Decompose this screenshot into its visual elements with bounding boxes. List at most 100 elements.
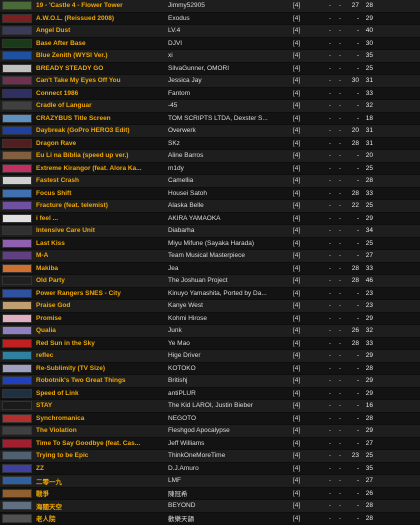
- song-row[interactable]: 戰爭陳冠希[4]---26: [0, 488, 420, 501]
- song-artist: -45: [168, 102, 293, 109]
- song-level: [4]: [293, 240, 325, 247]
- song-row[interactable]: Fracture (feat. telemist)Alaska Belle[4]…: [0, 200, 420, 213]
- song-thumbnail: [2, 176, 32, 185]
- song-thumbnail: [2, 89, 32, 98]
- score-col-3: -: [345, 390, 359, 397]
- song-row[interactable]: Extreme Kirangor (feat. Alora Ka...m1dy[…: [0, 163, 420, 176]
- score-col-3: 28: [345, 190, 359, 197]
- song-row[interactable]: Cradle of Languar-45[4]---32: [0, 100, 420, 113]
- score-col-1: -: [325, 15, 335, 22]
- song-row[interactable]: MakibaJea[4]--2833: [0, 263, 420, 276]
- song-row[interactable]: STAYThe Kid LAROI, Justin Bieber[4]---16: [0, 400, 420, 413]
- score-col-3: -: [345, 352, 359, 359]
- song-row[interactable]: Base After BaseDJVI[4]---30: [0, 38, 420, 51]
- song-row[interactable]: The ViolationFleshgod Apocalypse[4]---29: [0, 425, 420, 438]
- song-row[interactable]: PromiseKohmi Hirose[4]---29: [0, 313, 420, 326]
- song-row[interactable]: A.W.O.L. (Reissued 2008)Exodus[4]---29: [0, 13, 420, 26]
- score-col-2: -: [335, 290, 345, 297]
- song-row[interactable]: 二零一九LMF[4]---27: [0, 475, 420, 488]
- song-title: Extreme Kirangor (feat. Alora Ka...: [36, 165, 168, 172]
- song-artist: D.J.Amuro: [168, 465, 293, 472]
- song-row[interactable]: Re-Sublimity (TV Size)KOTOKO[4]---28: [0, 363, 420, 376]
- score-col-3: 23: [345, 452, 359, 459]
- song-row[interactable]: Eu Li na Bíblia (speed up ver.)Aline Bar…: [0, 150, 420, 163]
- song-row[interactable]: Robotnik's Two Great ThingsBritishj[4]--…: [0, 375, 420, 388]
- song-row[interactable]: SynchromanicaNEGOTO[4]---28: [0, 413, 420, 426]
- score-col-1: -: [325, 427, 335, 434]
- song-row[interactable]: Red Sun in the SkyYe Mao[4]--2833: [0, 338, 420, 351]
- score-col-4: 25: [359, 165, 373, 172]
- score-col-4: 40: [359, 27, 373, 34]
- score-col-2: -: [335, 102, 345, 109]
- song-row[interactable]: Dragon RaveSKz[4]--2831: [0, 138, 420, 151]
- song-row[interactable]: Praise GodKanye West[4]---23: [0, 300, 420, 313]
- score-col-4: 46: [359, 277, 373, 284]
- song-row[interactable]: Daybreak (GoPro HERO3 Edit)Overwerk[4]--…: [0, 125, 420, 138]
- song-level: [4]: [293, 140, 325, 147]
- song-level: [4]: [293, 2, 325, 9]
- song-artist: Overwerk: [168, 127, 293, 134]
- song-row[interactable]: Old PartyThe Joshuan Project[4]--2846: [0, 275, 420, 288]
- score-col-2: -: [335, 240, 345, 247]
- song-level: [4]: [293, 340, 325, 347]
- song-row[interactable]: 19 - 'Castle 4 - Flower TowerJimmy52905[…: [0, 0, 420, 13]
- song-row[interactable]: CRAZYBUS Title ScreenTOM SCRIPTS LTDA, D…: [0, 113, 420, 126]
- song-artist: The Kid LAROI, Justin Bieber: [168, 402, 293, 409]
- song-row[interactable]: Intensive Care UnitDiabarha[4]---34: [0, 225, 420, 238]
- score-col-3: 22: [345, 202, 359, 209]
- score-col-4: 35: [359, 465, 373, 472]
- song-row[interactable]: Time To Say Goodbye (feat. Cas...Jeff Wi…: [0, 438, 420, 451]
- score-col-1: -: [325, 452, 335, 459]
- song-row[interactable]: Fastest CrashCamellia[4]---28: [0, 175, 420, 188]
- score-col-1: -: [325, 115, 335, 122]
- song-row[interactable]: reflecHige Driver[4]---29: [0, 350, 420, 363]
- song-row[interactable]: Trying to be EpicThinkOneMoreTime[4]--23…: [0, 450, 420, 463]
- song-thumbnail: [2, 464, 32, 473]
- song-artist: Housei Satoh: [168, 190, 293, 197]
- song-row[interactable]: Speed of LinkantiPLUR[4]---29: [0, 388, 420, 401]
- song-title: Angel Dust: [36, 27, 168, 34]
- song-row[interactable]: 老人院歡樂天韻[4]---28: [0, 513, 420, 525]
- song-row[interactable]: i feel ...AKIRA YAMAOKA[4]---29: [0, 213, 420, 226]
- song-level: [4]: [293, 102, 325, 109]
- song-row[interactable]: BREADY STEADY GOSilvaGunner, OMORI[4]---…: [0, 63, 420, 76]
- song-title: Intensive Care Unit: [36, 227, 168, 234]
- score-col-2: -: [335, 465, 345, 472]
- song-row[interactable]: Angel DustLV.4[4]---40: [0, 25, 420, 38]
- song-artist: Jea: [168, 265, 293, 272]
- song-thumbnail: [2, 489, 32, 498]
- song-level: [4]: [293, 177, 325, 184]
- score-col-4: 23: [359, 290, 373, 297]
- song-title: A.W.O.L. (Reissued 2008): [36, 15, 168, 22]
- song-artist: Team Musical Masterpiece: [168, 252, 293, 259]
- song-row[interactable]: Connect 1986Fantom[4]---33: [0, 88, 420, 101]
- song-artist: m1dy: [168, 165, 293, 172]
- score-col-1: -: [325, 277, 335, 284]
- song-row[interactable]: QualiaJunk[4]--2632: [0, 325, 420, 338]
- song-row[interactable]: Can't Take My Eyes Off YouJessica Jay[4]…: [0, 75, 420, 88]
- score-col-1: -: [325, 90, 335, 97]
- song-row[interactable]: Power Rangers SNES - CityKinuyo Yamashit…: [0, 288, 420, 301]
- score-col-3: -: [345, 465, 359, 472]
- song-title: Time To Say Goodbye (feat. Cas...: [36, 440, 168, 447]
- song-row[interactable]: 海闊天空BEYOND[4]---28: [0, 500, 420, 513]
- score-col-1: -: [325, 190, 335, 197]
- score-col-4: 25: [359, 202, 373, 209]
- song-row[interactable]: ZZD.J.Amuro[4]---35: [0, 463, 420, 476]
- song-thumbnail: [2, 251, 32, 260]
- score-col-1: -: [325, 227, 335, 234]
- song-thumbnail: [2, 239, 32, 248]
- score-col-2: -: [335, 352, 345, 359]
- score-col-1: -: [325, 302, 335, 309]
- song-title: Base After Base: [36, 40, 168, 47]
- song-level: [4]: [293, 77, 325, 84]
- song-level: [4]: [293, 152, 325, 159]
- song-row[interactable]: Focus ShiftHousei Satoh[4]--2833: [0, 188, 420, 201]
- song-level: [4]: [293, 227, 325, 234]
- score-col-3: -: [345, 502, 359, 509]
- song-row[interactable]: Last KissMiyu Mifune (Sayaka Harada)[4]-…: [0, 238, 420, 251]
- song-thumbnail: [2, 314, 32, 323]
- song-row[interactable]: M-ATeam Musical Masterpiece[4]---27: [0, 250, 420, 263]
- song-row[interactable]: Blue Zenith (WYSI Ver.)xi[4]---35: [0, 50, 420, 63]
- song-title: i feel ...: [36, 215, 168, 222]
